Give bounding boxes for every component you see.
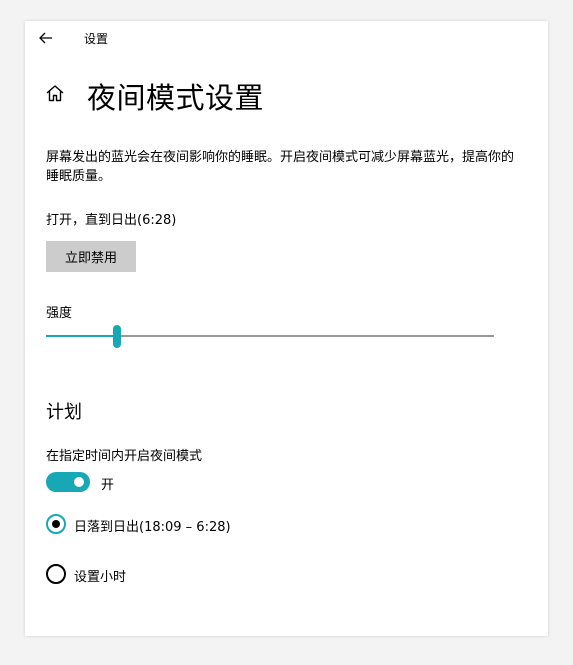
app-title: 设置 bbox=[84, 32, 109, 46]
toggle-state-text: 开 bbox=[101, 478, 115, 493]
disable-now-button[interactable]: 立即禁用 bbox=[46, 241, 136, 272]
slider-thumb[interactable] bbox=[113, 325, 121, 348]
title-bar: 设置 bbox=[25, 21, 548, 55]
home-icon[interactable] bbox=[45, 83, 65, 103]
description-text: 屏幕发出的蓝光会在夜间影响你的睡眠。开启夜间模式可减少屏幕蓝光，提高你的睡眠质量… bbox=[46, 150, 515, 184]
schedule-toggle[interactable] bbox=[46, 472, 90, 492]
back-arrow-icon bbox=[39, 32, 52, 44]
schedule-toggle-label: 在指定时间内开启夜间模式 bbox=[46, 449, 203, 464]
strength-slider[interactable] bbox=[46, 325, 494, 349]
toggle-knob bbox=[74, 477, 84, 487]
radio-selected-dot bbox=[52, 520, 60, 528]
radio-set-hours[interactable] bbox=[46, 564, 66, 584]
strength-label: 强度 bbox=[46, 306, 73, 321]
status-text: 打开，直到日出(6:28) bbox=[46, 213, 177, 228]
radio-label-set-hours[interactable]: 设置小时 bbox=[74, 566, 126, 585]
slider-track-rest bbox=[117, 335, 494, 337]
settings-window: 设置 夜间模式设置 屏幕发出的蓝光会在夜间影响你的睡眠。开启夜间模式可减少屏幕蓝… bbox=[25, 21, 548, 636]
radio-sunset-to-sunrise[interactable] bbox=[46, 514, 66, 534]
page-title: 夜间模式设置 bbox=[87, 81, 265, 115]
radio-label-sunset-to-sunrise[interactable]: 日落到日出(18:09 – 6:28) bbox=[74, 516, 231, 535]
schedule-section-title: 计划 bbox=[46, 402, 82, 423]
slider-track-filled bbox=[46, 335, 117, 337]
back-button[interactable] bbox=[35, 27, 57, 49]
